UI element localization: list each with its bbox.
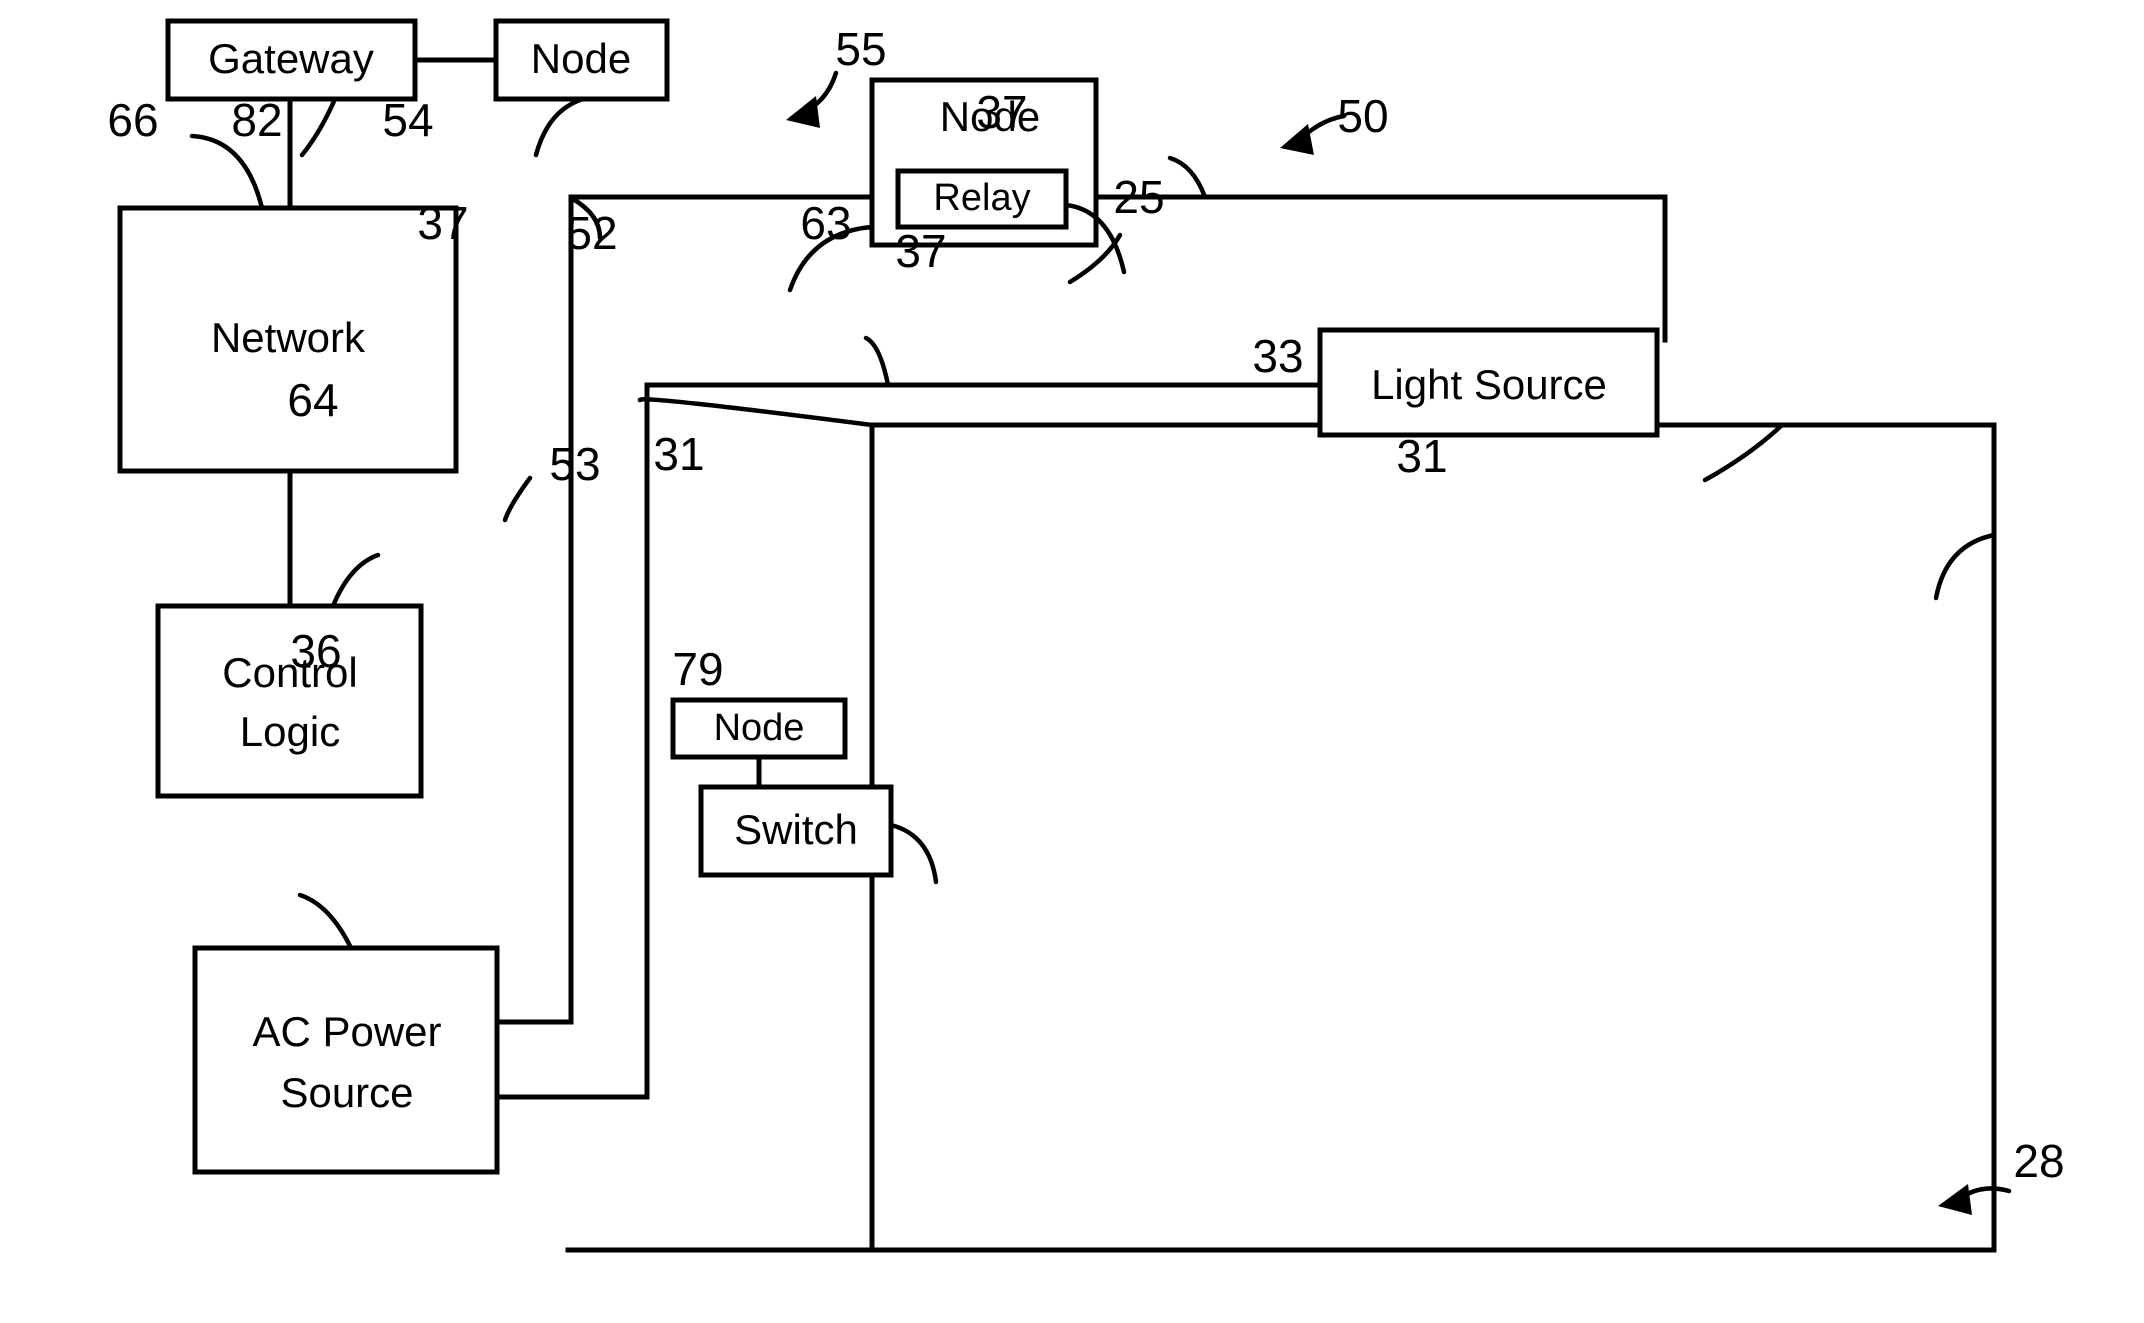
block-node-53-label: Node bbox=[714, 707, 805, 749]
ref-31-right: 31 bbox=[1396, 430, 1447, 482]
leader-37-c bbox=[863, 335, 891, 388]
leader-33 bbox=[1702, 422, 1785, 483]
ref-50: 50 bbox=[1337, 90, 1388, 142]
leader-66 bbox=[189, 133, 265, 211]
wire-ac-power-to-light-source-left bbox=[494, 382, 1323, 1100]
block-light-source-label: Light Source bbox=[1371, 361, 1607, 408]
block-ac-power-label-line1: AC Power bbox=[252, 1008, 441, 1055]
ref-37-b: 37 bbox=[976, 86, 1027, 138]
ref-63: 63 bbox=[800, 197, 851, 249]
leader-36 bbox=[297, 892, 354, 951]
ref-28: 28 bbox=[2013, 1135, 2064, 1187]
block-switch-label: Switch bbox=[734, 806, 858, 853]
ref-25: 25 bbox=[1113, 171, 1164, 223]
block-ac-power-label-line2: Source bbox=[280, 1069, 413, 1116]
leader-31-right bbox=[1933, 532, 1997, 601]
ref-31-left: 31 bbox=[653, 428, 704, 480]
ref-52: 52 bbox=[566, 207, 617, 259]
arrowhead-55 bbox=[786, 96, 820, 128]
ref-36: 36 bbox=[290, 625, 341, 677]
block-ac-power-source[interactable] bbox=[192, 945, 500, 1175]
patent-figure-page: Gateway Node Network Control Logic AC Po… bbox=[0, 0, 2144, 1323]
ref-37-c: 37 bbox=[895, 225, 946, 277]
ref-82: 82 bbox=[231, 94, 282, 146]
arrowhead-28 bbox=[1938, 1184, 1972, 1215]
block-control-logic-label-line2: Logic bbox=[240, 708, 340, 755]
leader-37-b bbox=[1167, 155, 1208, 200]
wire-relay-to-light-source-right bbox=[1092, 194, 1668, 333]
block-node-54-label: Node bbox=[531, 35, 631, 82]
ref-79: 79 bbox=[672, 643, 723, 695]
ref-33: 33 bbox=[1252, 330, 1303, 382]
ref-64: 64 bbox=[287, 374, 338, 426]
leader-79 bbox=[888, 822, 939, 885]
leader-82 bbox=[299, 96, 338, 158]
arrowhead-50 bbox=[1280, 124, 1314, 155]
block-diagram-canvas: Gateway Node Network Control Logic AC Po… bbox=[107, 18, 2065, 1253]
ref-55: 55 bbox=[835, 23, 886, 75]
wire-ac-power-to-node55-relay bbox=[494, 194, 875, 1025]
block-network-label: Network bbox=[211, 314, 366, 361]
ref-53: 53 bbox=[549, 438, 600, 490]
block-gateway-label: Gateway bbox=[208, 35, 374, 82]
ref-37-a: 37 bbox=[417, 197, 468, 249]
leader-64 bbox=[330, 552, 381, 609]
ref-54: 54 bbox=[382, 94, 433, 146]
ref-66: 66 bbox=[107, 94, 158, 146]
leader-53 bbox=[502, 475, 533, 523]
wire-light-source-return-loop bbox=[869, 422, 1997, 1253]
block-relay-label: Relay bbox=[933, 177, 1030, 219]
leader-54 bbox=[533, 96, 586, 158]
leader-31-left bbox=[637, 397, 875, 428]
